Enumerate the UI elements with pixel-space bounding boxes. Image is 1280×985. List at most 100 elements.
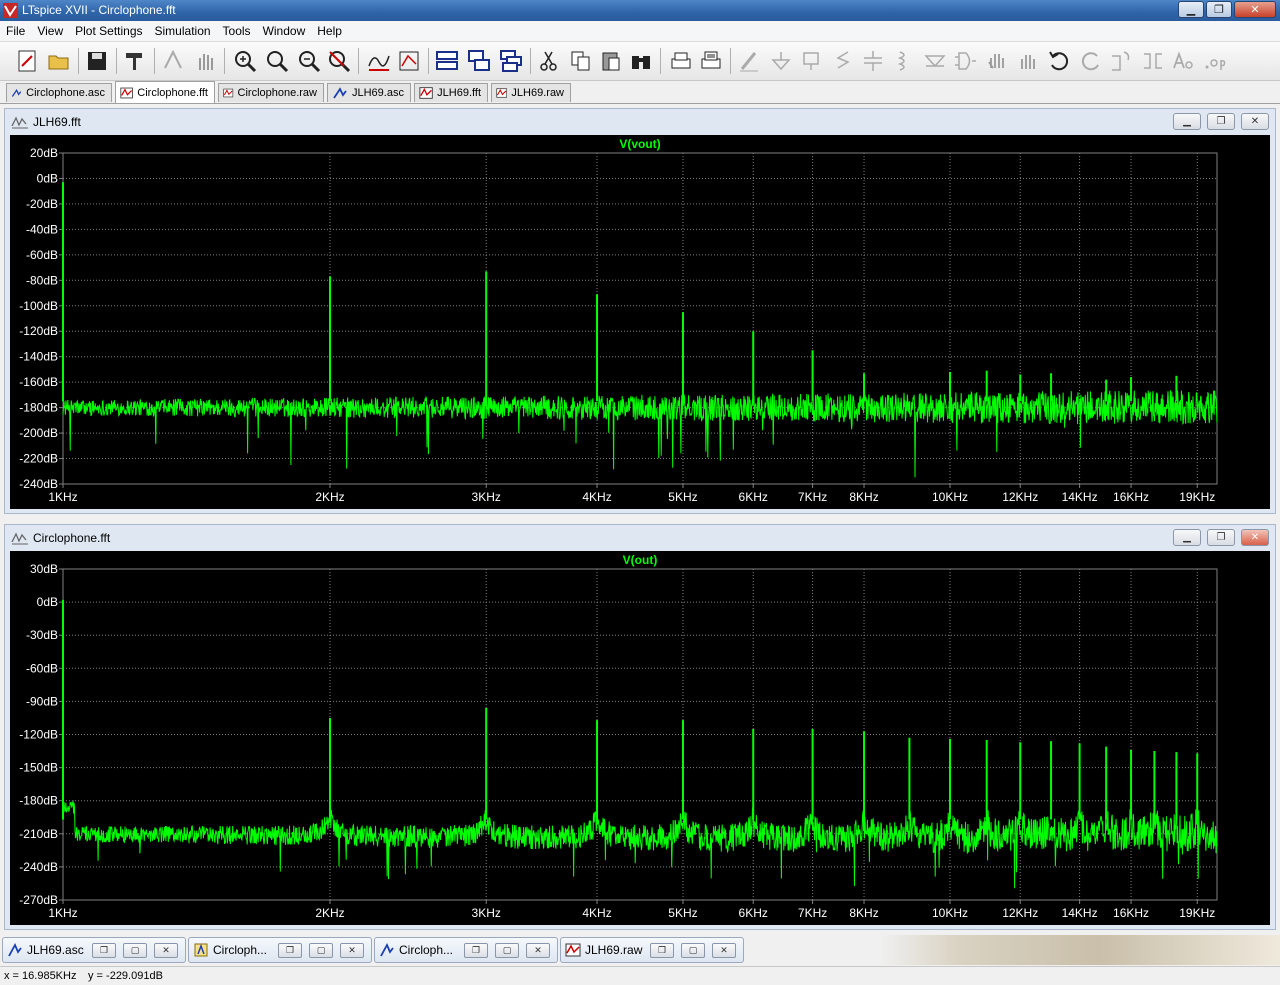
tab-label: JLH69.raw	[511, 87, 564, 99]
draw-wire-button[interactable]	[736, 48, 762, 74]
menu-view[interactable]: View	[31, 24, 69, 38]
close-button[interactable]: ✕	[1241, 529, 1269, 546]
copy-button[interactable]	[568, 48, 594, 74]
resistor-icon	[836, 51, 850, 69]
tab-jlh69-raw[interactable]: JLH69.raw	[491, 83, 571, 102]
printer-setup-icon	[701, 51, 721, 69]
x-tick-label: 2KHz	[315, 906, 344, 920]
new-schematic-button[interactable]	[14, 48, 40, 74]
save-button[interactable]	[84, 48, 110, 74]
redo-button[interactable]	[1078, 48, 1104, 74]
zoom-in-icon	[235, 51, 257, 73]
inductor-button[interactable]	[890, 48, 916, 74]
menu-plot-settings[interactable]: Plot Settings	[69, 24, 148, 38]
menu-simulation[interactable]: Simulation	[149, 24, 217, 38]
close-button[interactable]: ✕	[340, 942, 364, 958]
restore-button[interactable]: ❐	[1207, 113, 1235, 130]
minimize-button[interactable]: ▁	[1173, 113, 1201, 130]
zoom-icon	[267, 51, 289, 73]
minimized-window-circlophone-1[interactable]: Circloph... ❐ ▢ ✕	[188, 937, 372, 963]
window-title: LTspice XVII - Circlophone.fft	[22, 3, 176, 17]
minimized-window-jlh69-asc[interactable]: JLH69.asc ❐ ▢ ✕	[2, 937, 186, 963]
scissors-icon	[540, 51, 557, 71]
minimize-button[interactable]: ▁	[1178, 1, 1204, 18]
menu-file[interactable]: File	[0, 24, 31, 38]
plot-window-title-bar[interactable]: JLH69.fft ▁ ❐ ✕	[5, 109, 1275, 135]
mirror-button[interactable]	[1140, 48, 1166, 74]
spice-directive-button[interactable]	[1202, 48, 1228, 74]
autorange-button[interactable]	[366, 48, 392, 74]
restore-button[interactable]: ❐	[92, 942, 116, 958]
zoom-area-button[interactable]	[264, 48, 290, 74]
print-button[interactable]	[668, 48, 694, 74]
close-button[interactable]: ✕	[712, 942, 736, 958]
tab-jlh69-fft[interactable]: JLH69.fft	[414, 83, 488, 102]
waveform-doc-icon	[223, 88, 234, 98]
restore-icon: ❐	[1216, 116, 1226, 127]
close-button[interactable]: ✕	[526, 942, 550, 958]
zoom-in-button[interactable]	[232, 48, 258, 74]
text-icon	[1173, 51, 1193, 69]
tab-circlophone-asc[interactable]: Circlophone.asc	[6, 83, 112, 102]
restore-button[interactable]: ❐	[650, 942, 674, 958]
close-button[interactable]: ✕	[1234, 1, 1276, 18]
minimized-window-jlh69-raw[interactable]: JLH69.raw ❐ ▢ ✕	[560, 937, 744, 963]
restore-button[interactable]: ❐	[1206, 1, 1232, 18]
inductor-icon	[897, 51, 905, 71]
menu-window[interactable]: Window	[257, 24, 312, 38]
tab-jlh69-asc[interactable]: JLH69.asc	[327, 83, 411, 102]
restore-button[interactable]: ❐	[278, 942, 302, 958]
move-button[interactable]	[984, 48, 1010, 74]
control-panel-button[interactable]	[122, 48, 148, 74]
plot-window-title-bar[interactable]: Circlophone.fft ▁ ❐ ✕	[5, 525, 1275, 551]
minimized-window-circlophone-2[interactable]: Circloph... ❐ ▢ ✕	[374, 937, 558, 963]
plot-pane[interactable]: 20dB 0dB -20dB -40dB -60dB -80dB -100dB -120dB -…	[10, 135, 1270, 509]
pan-button[interactable]	[192, 48, 218, 74]
text-button[interactable]	[1170, 48, 1196, 74]
find-button[interactable]	[628, 48, 654, 74]
restore-button[interactable]: ❐	[464, 942, 488, 958]
restore-icon: ❐	[1214, 4, 1224, 16]
move-hand-icon	[988, 54, 1004, 69]
diode-button[interactable]	[922, 48, 948, 74]
undo-button[interactable]	[1046, 48, 1072, 74]
print-setup-button[interactable]	[698, 48, 724, 74]
capacitor-button[interactable]	[860, 48, 886, 74]
paste-button[interactable]	[598, 48, 624, 74]
open-button[interactable]	[46, 48, 72, 74]
label-net-button[interactable]	[798, 48, 824, 74]
maximize-button[interactable]: ▢	[495, 942, 519, 958]
y-tick-label: -220dB	[19, 452, 58, 466]
add-trace-button[interactable]	[396, 48, 422, 74]
plot-pane[interactable]: 30dB 0dB -30dB -60dB -90dB -120dB -150dB -180dB…	[10, 551, 1270, 925]
tab-circlophone-fft[interactable]: Circlophone.fft	[115, 81, 215, 103]
tile-horizontal-button[interactable]	[434, 48, 460, 74]
resistor-button[interactable]	[830, 48, 856, 74]
tile-vertical-button[interactable]	[498, 48, 524, 74]
rotate-button[interactable]	[1108, 48, 1134, 74]
fft-chart-circlophone[interactable]: 30dB 0dB -30dB -60dB -90dB -120dB -150dB -180dB…	[10, 551, 1270, 925]
y-tick-label: -240dB	[19, 860, 58, 874]
drag-button[interactable]	[1014, 48, 1040, 74]
trace-name-label: V(out)	[623, 553, 658, 567]
zoom-fit-button[interactable]	[326, 48, 352, 74]
minimize-button[interactable]: ▁	[1173, 529, 1201, 546]
menu-help[interactable]: Help	[311, 24, 348, 38]
component-button[interactable]	[952, 48, 978, 74]
ground-button[interactable]	[768, 48, 794, 74]
maximize-button[interactable]: ▢	[681, 942, 705, 958]
fft-chart-jlh69[interactable]: 20dB 0dB -20dB -40dB -60dB -80dB -100dB -120dB -…	[10, 135, 1270, 509]
close-button[interactable]: ✕	[1241, 113, 1269, 130]
restore-button[interactable]: ❐	[1207, 529, 1235, 546]
close-button[interactable]: ✕	[154, 942, 178, 958]
menu-tools[interactable]: Tools	[217, 24, 257, 38]
zoom-out-button[interactable]	[296, 48, 322, 74]
tab-circlophone-raw[interactable]: Circlophone.raw	[218, 83, 324, 102]
run-button[interactable]	[160, 48, 186, 74]
maximize-button[interactable]: ▢	[309, 942, 333, 958]
rotate-icon	[1112, 51, 1130, 71]
noise-trace	[62, 390, 1218, 478]
maximize-button[interactable]: ▢	[123, 942, 147, 958]
cut-button[interactable]	[536, 48, 562, 74]
cascade-button[interactable]	[466, 48, 492, 74]
